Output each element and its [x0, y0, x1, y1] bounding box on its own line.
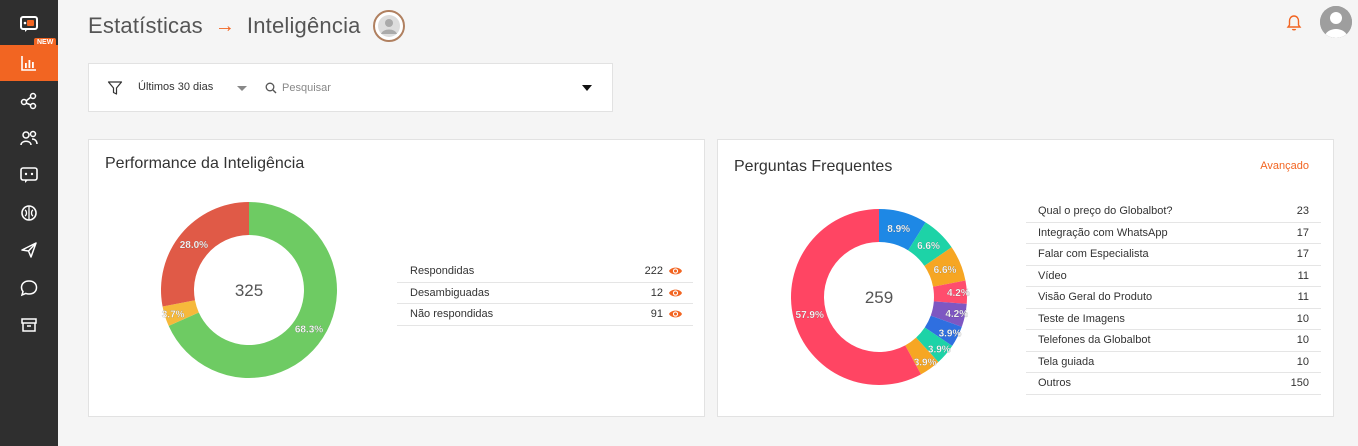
dropdown-caret-icon[interactable]	[582, 85, 592, 91]
legend-label: Telefones da Globalbot	[1038, 334, 1151, 346]
faq-title: Perguntas Frequentes	[734, 158, 893, 175]
breadcrumb-arrow-icon: →	[214, 14, 235, 37]
legend-row[interactable]: Visão Geral do Produto 11	[1026, 287, 1321, 309]
legend-label: Tela guiada	[1038, 355, 1095, 368]
legend-label: Respondidas	[410, 265, 475, 277]
eye-icon[interactable]	[668, 287, 683, 299]
advanced-link[interactable]: Avançado	[1260, 160, 1309, 172]
slice-label: 3.7%	[162, 309, 185, 320]
legend-row[interactable]: Qual o preço do Globalbot? 23	[1026, 201, 1321, 223]
search-icon	[265, 82, 277, 94]
donut-svg: 68.3% 3.7% 28.0% 325	[161, 202, 337, 378]
legend-value: 11	[1297, 269, 1309, 282]
archive-icon[interactable]	[0, 307, 58, 343]
legend-value: 91	[650, 308, 663, 320]
filter-icon[interactable]	[107, 80, 123, 96]
legend-value: 23	[1296, 205, 1309, 217]
chat-bubble-icon[interactable]	[0, 270, 58, 306]
slice-label: 4.2%	[947, 288, 970, 299]
bar-chart-icon[interactable]	[0, 45, 58, 81]
legend-value: 222	[644, 265, 663, 277]
chevron-down-icon[interactable]	[237, 86, 247, 91]
breadcrumb-statistics[interactable]: Estatísticas	[88, 13, 203, 39]
legend-label: Integração com WhatsApp	[1038, 226, 1168, 239]
slice-label: 6.6%	[934, 265, 957, 276]
legend-row[interactable]: Falar com Especialista 17	[1026, 244, 1321, 266]
legend-value: 150	[1290, 377, 1309, 389]
share-icon[interactable]	[0, 82, 58, 118]
filter-bar: Últimos 30 dias	[88, 63, 613, 112]
performance-donut: 68.3% 3.7% 28.0% 325	[161, 202, 337, 378]
user-avatar[interactable]	[1320, 6, 1352, 38]
legend-row[interactable]: Vídeo 11	[1026, 266, 1321, 287]
legend-label: Desambiguadas	[410, 286, 490, 299]
send-icon[interactable]	[0, 232, 58, 268]
donut-svg: 8.9% 6.6% 6.6% 4.2% 4.2% 3.9% 3.9% 3.9% 57.9% 259	[791, 209, 970, 385]
legend-label: Falar com Especialista	[1038, 248, 1149, 260]
legend-row[interactable]: Integração com WhatsApp 17	[1026, 223, 1321, 244]
legend-row: Não respondidas 91	[397, 304, 693, 326]
slice-label: 3.9%	[928, 344, 951, 355]
slice-label: 3.9%	[914, 357, 937, 368]
eye-icon[interactable]	[668, 308, 683, 320]
legend-row: Desambiguadas 12	[397, 283, 693, 304]
faq-donut: 8.9% 6.6% 6.6% 4.2% 4.2% 3.9% 3.9% 3.9% 57.9% 259	[791, 209, 970, 385]
faq-card: Perguntas Frequentes Avançado 8.9% 6.6% 6.…	[717, 139, 1334, 417]
legend-value: 10	[1296, 334, 1309, 346]
slice-label: 6.6%	[917, 241, 940, 252]
slice-label: 8.9%	[887, 224, 910, 235]
page-title: Inteligência	[246, 13, 361, 38]
legend-label: Vídeo	[1038, 269, 1067, 282]
legend-row[interactable]: Teste de Imagens 10	[1026, 309, 1321, 330]
donut-total: 259	[865, 288, 893, 307]
period-select[interactable]: Últimos 30 dias	[138, 81, 213, 93]
search-input[interactable]	[282, 76, 562, 100]
brain-icon[interactable]	[0, 195, 58, 231]
bot-avatar	[372, 10, 405, 42]
legend-value: 12	[650, 286, 663, 299]
legend-value: 10	[1296, 355, 1309, 368]
performance-title: Performance da Inteligência	[105, 155, 305, 172]
legend-value: 10	[1296, 312, 1309, 325]
users-icon[interactable]	[0, 120, 58, 156]
legend-label: Outros	[1038, 377, 1072, 389]
sidebar: NEW	[0, 0, 58, 446]
bell-icon[interactable]	[1285, 14, 1303, 32]
legend-value: 17	[1296, 226, 1309, 239]
eye-icon[interactable]	[668, 265, 683, 277]
legend-label: Não respondidas	[410, 308, 494, 320]
legend-row: Respondidas 222	[397, 261, 693, 283]
legend-row[interactable]: Telefones da Globalbot 10	[1026, 330, 1321, 352]
performance-legend: Respondidas 222 Desambiguadas 12 Não res…	[397, 261, 693, 326]
slice-label: 57.9%	[796, 310, 824, 321]
legend-value: 17	[1296, 248, 1309, 260]
faq-legend: Qual o preço do Globalbot? 23 Integração …	[1026, 201, 1321, 395]
slice-label: 3.9%	[939, 328, 962, 339]
slice-label: 28.0%	[180, 240, 208, 251]
performance-card: Performance da Inteligência 68.3% 3.7% 28.…	[88, 139, 705, 417]
donut-total: 325	[235, 281, 263, 300]
legend-label: Teste de Imagens	[1038, 312, 1125, 325]
legend-label: Qual o preço do Globalbot?	[1038, 205, 1173, 217]
breadcrumb: Estatísticas → Inteligência	[88, 10, 405, 42]
legend-label: Visão Geral do Produto	[1038, 291, 1153, 303]
new-badge: NEW	[34, 38, 57, 47]
logo-icon[interactable]	[0, 6, 58, 42]
chatbot-icon[interactable]	[0, 157, 58, 193]
legend-row[interactable]: Outros 150	[1026, 373, 1321, 395]
legend-value: 11	[1297, 291, 1309, 303]
legend-row[interactable]: Tela guiada 10	[1026, 352, 1321, 373]
slice-label: 4.2%	[945, 309, 968, 320]
slice-label: 68.3%	[295, 324, 323, 335]
